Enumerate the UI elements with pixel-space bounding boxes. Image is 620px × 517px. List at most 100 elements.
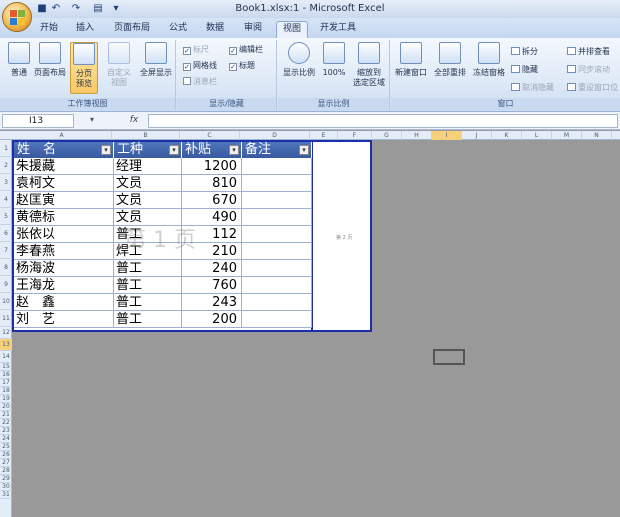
- table-cell-amount[interactable]: 670: [182, 192, 242, 209]
- row-header-17[interactable]: 17: [0, 379, 12, 387]
- sync-scroll-button[interactable]: 同步滚动: [567, 64, 610, 76]
- table-cell-name[interactable]: 朱援藏: [14, 158, 114, 175]
- table-cell-amount[interactable]: 810: [182, 175, 242, 192]
- formula-bar-checkbox[interactable]: ✓ 编辑栏: [229, 44, 263, 56]
- zoom-100-button[interactable]: 100%: [320, 42, 348, 94]
- tab-home[interactable]: 开始: [34, 21, 64, 38]
- table-header-1[interactable]: 工种 ▾: [114, 142, 182, 158]
- freeze-panes-button[interactable]: 冻结窗格: [471, 42, 507, 94]
- custom-views-button[interactable]: 自定义 视图: [102, 42, 136, 94]
- row-header-14[interactable]: 14: [0, 351, 12, 363]
- side-by-side-button[interactable]: 并排查看: [567, 46, 610, 58]
- name-box-dropdown-icon[interactable]: ▾: [90, 115, 94, 124]
- tab-formulas[interactable]: 公式: [163, 21, 193, 38]
- column-header-M[interactable]: M: [552, 131, 582, 140]
- row-header-30[interactable]: 30: [0, 483, 12, 491]
- column-header-D[interactable]: D: [240, 131, 310, 140]
- row-header-13[interactable]: 13: [0, 339, 12, 351]
- row-header-12[interactable]: 12: [0, 327, 12, 339]
- table-header-0[interactable]: 姓 名 ▾: [14, 142, 114, 158]
- name-box[interactable]: I13: [2, 114, 74, 128]
- table-cell-amount[interactable]: 1200: [182, 158, 242, 175]
- hide-button[interactable]: 隐藏: [511, 64, 538, 76]
- page-layout-view-button[interactable]: 页面布局: [32, 42, 68, 94]
- column-header-J[interactable]: J: [462, 131, 492, 140]
- column-header-I[interactable]: I: [432, 131, 462, 140]
- table-header-2[interactable]: 补贴 ▾: [182, 142, 242, 158]
- column-header-G[interactable]: G: [372, 131, 402, 140]
- save-icon[interactable]: ■: [36, 3, 48, 15]
- tab-insert[interactable]: 插入: [70, 21, 100, 38]
- table-cell-type[interactable]: 普工: [114, 260, 182, 277]
- zoom-button[interactable]: 显示比例: [280, 42, 318, 94]
- table-cell-name[interactable]: 刘 艺: [14, 311, 114, 328]
- table-cell-note[interactable]: [242, 226, 312, 243]
- row-header-24[interactable]: 24: [0, 435, 12, 443]
- table-cell-name[interactable]: 李春燕: [14, 243, 114, 260]
- row-header-3[interactable]: 3: [0, 174, 12, 191]
- customize-icon[interactable]: ▾: [110, 3, 122, 15]
- arrange-all-button[interactable]: 全部重排: [431, 42, 469, 94]
- table-cell-amount[interactable]: 243: [182, 294, 242, 311]
- table-cell-note[interactable]: [242, 260, 312, 277]
- table-cell-type[interactable]: 普工: [114, 277, 182, 294]
- message-bar-checkbox[interactable]: 消息栏: [183, 76, 217, 88]
- table-cell-note[interactable]: [242, 158, 312, 175]
- table-cell-type[interactable]: 文员: [114, 192, 182, 209]
- unhide-button[interactable]: 取消隐藏: [511, 82, 554, 94]
- row-header-7[interactable]: 7: [0, 242, 12, 259]
- table-cell-note[interactable]: [242, 294, 312, 311]
- row-header-2[interactable]: 2: [0, 157, 12, 174]
- row-header-26[interactable]: 26: [0, 451, 12, 459]
- column-header-L[interactable]: L: [522, 131, 552, 140]
- column-header-B[interactable]: B: [112, 131, 180, 140]
- undo-icon[interactable]: ↶: [50, 3, 62, 15]
- full-screen-button[interactable]: 全屏显示: [138, 42, 174, 94]
- table-cell-amount[interactable]: 200: [182, 311, 242, 328]
- row-header-11[interactable]: 11: [0, 310, 12, 327]
- row-header-5[interactable]: 5: [0, 208, 12, 225]
- column-header-A[interactable]: A: [12, 131, 112, 140]
- zoom-to-selection-button[interactable]: 缩放到 选定区域: [350, 42, 388, 94]
- row-header-27[interactable]: 27: [0, 459, 12, 467]
- split-button[interactable]: 拆分: [511, 46, 538, 58]
- page-break-preview-button[interactable]: 分页 预览: [70, 42, 98, 94]
- table-cell-name[interactable]: 杨海波: [14, 260, 114, 277]
- table-cell-note[interactable]: [242, 192, 312, 209]
- column-header-H[interactable]: H: [402, 131, 432, 140]
- row-header-28[interactable]: 28: [0, 467, 12, 475]
- table-cell-amount[interactable]: 240: [182, 260, 242, 277]
- row-header-10[interactable]: 10: [0, 293, 12, 310]
- table-cell-type[interactable]: 经理: [114, 158, 182, 175]
- ruler-checkbox[interactable]: ✓ 标尺: [183, 44, 209, 56]
- gridlines-checkbox[interactable]: ✓ 网格线: [183, 60, 217, 72]
- redo-icon[interactable]: ↷: [70, 3, 82, 15]
- office-button[interactable]: [2, 2, 32, 32]
- column-header-F[interactable]: F: [338, 131, 372, 140]
- filter-dropdown-icon[interactable]: ▾: [169, 145, 179, 155]
- row-header-18[interactable]: 18: [0, 387, 12, 395]
- normal-view-button[interactable]: 普通: [2, 42, 36, 94]
- row-header-15[interactable]: 15: [0, 363, 12, 371]
- row-header-16[interactable]: 16: [0, 371, 12, 379]
- tab-data[interactable]: 数据: [200, 21, 230, 38]
- tab-view[interactable]: 视图: [276, 21, 309, 38]
- formula-input[interactable]: [148, 114, 618, 128]
- table-cell-note[interactable]: [242, 209, 312, 226]
- column-header-C[interactable]: C: [180, 131, 240, 140]
- table-header-3[interactable]: 备注 ▾: [242, 142, 312, 158]
- table-cell-note[interactable]: [242, 277, 312, 294]
- row-header-6[interactable]: 6: [0, 225, 12, 242]
- filter-dropdown-icon[interactable]: ▾: [299, 145, 309, 155]
- row-header-19[interactable]: 19: [0, 395, 12, 403]
- table-cell-name[interactable]: 王海龙: [14, 277, 114, 294]
- table-cell-name[interactable]: 赵匡寅: [14, 192, 114, 209]
- active-cell-cursor[interactable]: [433, 349, 465, 365]
- row-header-9[interactable]: 9: [0, 276, 12, 293]
- table-cell-type[interactable]: 普工: [114, 311, 182, 328]
- row-header-31[interactable]: 31: [0, 491, 12, 499]
- print-preview-icon[interactable]: ▤: [92, 3, 104, 15]
- row-header-20[interactable]: 20: [0, 403, 12, 411]
- table-cell-note[interactable]: [242, 311, 312, 328]
- table-cell-name[interactable]: 袁柯文: [14, 175, 114, 192]
